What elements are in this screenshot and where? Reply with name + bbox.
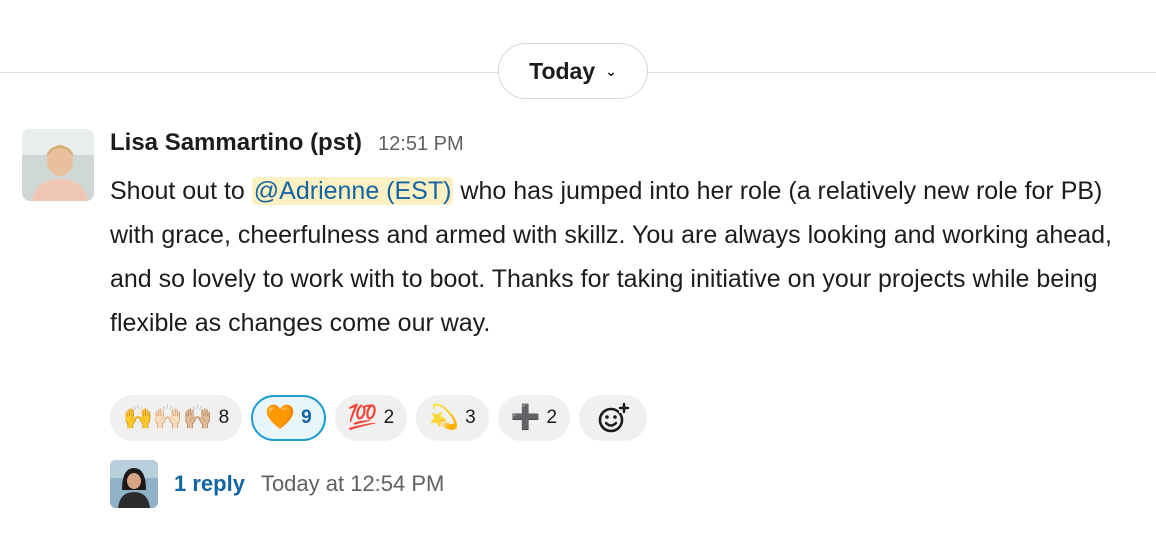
last-reply-time: Today at 12:54 PM: [260, 471, 445, 496]
reaction-count: 9: [301, 407, 312, 428]
reaction-count: 3: [465, 407, 476, 428]
hundred-points-icon: 💯: [347, 404, 378, 431]
reaction-dizzy[interactable]: 💫 3: [416, 395, 489, 441]
plus-icon: ➕: [510, 404, 541, 431]
add-reaction-icon: [598, 402, 630, 433]
raised-hands-icon: 🙌🙌🏻🙌🏼: [123, 404, 213, 431]
reaction-orange-heart[interactable]: 🧡 9: [251, 395, 326, 441]
date-divider-button[interactable]: Today ⌄: [498, 43, 648, 99]
message-timestamp[interactable]: 12:51 PM: [378, 133, 464, 156]
thread-summary[interactable]: 1 reply Today at 12:54 PM: [110, 460, 444, 508]
reply-count-link[interactable]: 1 reply: [174, 471, 245, 497]
reaction-count: 8: [218, 407, 230, 428]
reaction-plus[interactable]: ➕ 2: [497, 395, 571, 441]
reaction-bar: 🙌🙌🏻🙌🏼 8 🧡 9 💯 2 💫 3 ➕ 2: [110, 395, 648, 441]
avatar[interactable]: [22, 129, 94, 201]
chevron-down-icon: ⌄: [605, 62, 617, 79]
message-text-start: Shout out to: [110, 177, 252, 205]
message-header: Lisa Sammartino (pst) 12:51 PM: [110, 129, 464, 165]
reaction-count: 2: [383, 407, 395, 428]
message-body: Shout out to @Adrienne (EST) who has jum…: [110, 169, 1140, 345]
reply-avatar-photo: [110, 460, 158, 508]
avatar-photo: [22, 129, 94, 201]
dizzy-icon: 💫: [429, 404, 460, 431]
reaction-count: 2: [546, 407, 558, 428]
date-divider-label: Today: [529, 57, 596, 84]
add-reaction-button[interactable]: [579, 395, 648, 441]
reply-avatar: [110, 460, 158, 508]
sender-name[interactable]: Lisa Sammartino (pst): [110, 129, 362, 157]
user-mention[interactable]: @Adrienne (EST): [251, 177, 454, 205]
reaction-hundred[interactable]: 💯 2: [334, 395, 408, 441]
reaction-raised-hands[interactable]: 🙌🙌🏻🙌🏼 8: [110, 395, 243, 441]
orange-heart-icon: 🧡: [265, 404, 296, 431]
